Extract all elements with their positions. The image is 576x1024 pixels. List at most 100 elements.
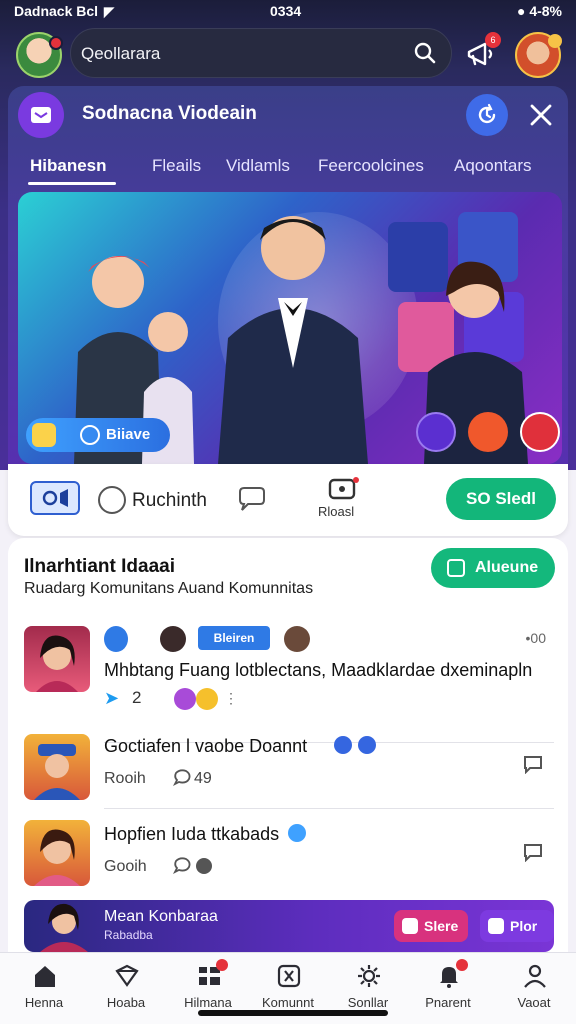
post-thumbnail: [24, 626, 90, 692]
join-label: Alueune: [475, 559, 539, 576]
community-panel: Ilnarhtiant Idaaai Ruadarg Komunitans Au…: [8, 538, 568, 958]
battery-status: ● 4-8%: [517, 3, 562, 19]
divider: [104, 808, 554, 809]
wifi-icon: ◤: [104, 4, 115, 19]
tab-3[interactable]: Feercoolcines: [318, 156, 424, 176]
avatar[interactable]: [284, 626, 310, 652]
community-icon: [277, 964, 301, 988]
inbox-icon: [31, 107, 51, 123]
promo-subtitle: Rabadba: [104, 928, 153, 942]
people-label[interactable]: Ruchinth: [132, 490, 207, 512]
store-icon: [402, 918, 418, 934]
chat-icon[interactable]: [236, 484, 266, 514]
people-icon[interactable]: [98, 486, 126, 514]
promo-banner[interactable]: Mean Konbaraa Rabadba Slere Plor: [24, 900, 554, 952]
refresh-icon: [478, 103, 496, 124]
reaction-count: 2: [132, 688, 142, 707]
video-banner-card: Sodnacna Viodeain Hibanesn Fleails Vidla…: [8, 86, 568, 466]
home-indicator: [198, 1010, 388, 1016]
record-icon[interactable]: [328, 476, 360, 502]
promo-store-button[interactable]: Slere: [394, 910, 468, 942]
search-icon[interactable]: [413, 41, 437, 65]
reply-icon[interactable]: [522, 754, 544, 774]
presenter-illustration: [218, 216, 368, 464]
avatar-status-dot: [49, 36, 63, 50]
list-item[interactable]: Goctiafen l vaobe Doannt Rooih 49: [8, 728, 568, 809]
nav-label: Komunnt: [261, 995, 315, 1010]
post-meta: Rooih: [104, 770, 146, 787]
tab-0[interactable]: Hibanesn: [30, 156, 107, 176]
join-button[interactable]: Alueune: [431, 548, 555, 588]
top-search-row: Qeollarara 6: [0, 26, 576, 84]
nav-badge: [456, 959, 468, 971]
live-label: Biiave: [106, 426, 151, 443]
nav-item-community[interactable]: Komunnt: [252, 961, 324, 1017]
clock-icon: [80, 425, 100, 445]
verified-icon: [288, 824, 306, 842]
refresh-button[interactable]: [466, 94, 508, 136]
nav-item-settings[interactable]: Sonllar: [332, 961, 404, 1017]
notification-button[interactable]: 6: [463, 32, 501, 72]
post-time: •00: [525, 630, 546, 646]
avatar: [34, 829, 80, 886]
avatar[interactable]: [160, 626, 186, 652]
emoji-icon[interactable]: [196, 688, 218, 710]
comment-icon[interactable]: [172, 856, 192, 876]
nav-item-bell[interactable]: Pnarent: [412, 959, 484, 1017]
view-icon: [196, 858, 212, 874]
notification-badge: 6: [485, 32, 501, 48]
list-item[interactable]: Hopfien Iuda ttkabads Gooih: [8, 816, 568, 896]
tab-2[interactable]: Vidlamls: [226, 156, 290, 176]
share-button[interactable]: [468, 412, 508, 452]
promo-title: Mean Konbaraa: [104, 908, 218, 925]
comment-icon[interactable]: [172, 768, 192, 788]
post-thumbnail: [24, 820, 90, 886]
live-button[interactable]: Biiave: [26, 418, 170, 452]
close-icon[interactable]: [526, 100, 556, 130]
tab-1[interactable]: Fleails: [152, 156, 201, 176]
nav-label: Pnarent: [425, 995, 471, 1010]
avatar-badge: [548, 34, 562, 48]
banner-tabs: Hibanesn Fleails Vidlamls Feercoolcines …: [8, 152, 568, 186]
send-button[interactable]: SO Sledl: [446, 478, 556, 520]
reply-icon[interactable]: [522, 842, 544, 862]
nav-label: Hilmana: [184, 995, 232, 1010]
nav-item-grid[interactable]: Hilmana: [172, 959, 244, 1017]
friend-avatar[interactable]: [515, 32, 562, 78]
nav-item-shield[interactable]: Hoaba: [90, 961, 162, 1017]
post-title: Goctiafen l vaobe Doannt: [104, 736, 308, 756]
promo-play-button[interactable]: Plor: [480, 910, 554, 942]
share-chip[interactable]: Bleiren: [198, 626, 270, 650]
post-title: Mhbtang Fuang lotblectans, Maadklardae d…: [104, 660, 533, 680]
video-button[interactable]: [520, 412, 560, 452]
profile-icon[interactable]: [104, 626, 128, 652]
nav-label: Henna: [24, 995, 64, 1010]
home-icon: [35, 966, 55, 987]
community-title: Ilnarhtiant Idaaai: [24, 556, 175, 577]
search-input[interactable]: Qeollarara: [70, 28, 452, 78]
user-avatar[interactable]: [16, 32, 63, 78]
shield-icon: [115, 964, 139, 987]
avatar: [34, 744, 80, 800]
camera-button[interactable]: [30, 481, 80, 515]
post-meta: Gooih: [104, 858, 147, 875]
reaction-icon[interactable]: [174, 688, 196, 710]
nav-label: Hoaba: [106, 995, 146, 1010]
record-label: Rloasl: [318, 504, 355, 519]
more-icon[interactable]: ⋮: [224, 690, 238, 707]
battery-text: 4-8%: [529, 3, 562, 19]
info-button[interactable]: [416, 412, 456, 452]
settings-icon: [358, 965, 380, 987]
app-icon[interactable]: [18, 92, 64, 138]
community-subtitle: Ruadarg Komunitans Auand Komunnitas: [24, 580, 314, 597]
bird-icon: ➤: [104, 688, 120, 708]
banner-header: Sodnacna Viodeain: [8, 86, 568, 142]
camera-icon: [42, 489, 68, 507]
nav-item-profile[interactable]: Vaoat: [498, 961, 570, 1017]
tab-4[interactable]: Aqoontars: [454, 156, 532, 176]
nav-badge: [216, 959, 228, 971]
nav-item-home[interactable]: Henna: [8, 961, 80, 1017]
clock: 0334: [270, 3, 302, 19]
nav-label: Sonllar: [347, 995, 389, 1010]
hero-video[interactable]: Biiave: [18, 192, 562, 464]
